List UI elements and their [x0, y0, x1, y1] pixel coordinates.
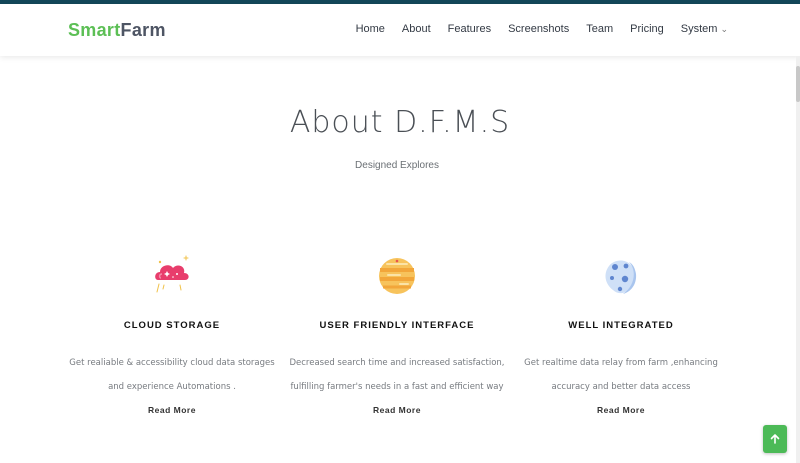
- feature-well-integrated: WELL INTEGRATED Get realtime data relay …: [506, 252, 736, 418]
- feature-title: WELL INTEGRATED: [568, 320, 674, 331]
- feature-desc-line: accuracy and better data access: [551, 382, 691, 392]
- brand-part-farm: Farm: [120, 20, 166, 40]
- feature-description: Decreased search time and increased sati…: [282, 351, 512, 399]
- brand-logo[interactable]: SmartFarm: [68, 20, 166, 41]
- feature-title: CLOUD STORAGE: [123, 320, 221, 331]
- nav-system-dropdown[interactable]: System ⌄: [681, 23, 728, 35]
- read-more-link[interactable]: Read More: [597, 405, 645, 415]
- feature-user-friendly-interface: USER FRIENDLY INTERFACE Decreased search…: [282, 252, 512, 418]
- back-to-top-button[interactable]: [763, 425, 787, 453]
- feature-desc-line: Get realtime data relay from farm ,enhan…: [524, 358, 718, 368]
- chevron-down-icon: ⌄: [720, 24, 728, 34]
- planet-icon: [377, 252, 417, 300]
- feature-desc-line: fulfilling farmer's needs in a fast and …: [290, 382, 504, 392]
- feature-description: Get realiable & accessibility cloud data…: [57, 351, 287, 399]
- navbar: SmartFarm Home About Features Screenshot…: [0, 4, 800, 56]
- about-subtitle: Designed Explores: [355, 160, 439, 171]
- nav-team[interactable]: Team: [586, 23, 613, 35]
- cloud-icon: [152, 252, 192, 300]
- about-title: About D.F.M.S: [289, 105, 511, 140]
- nav-screenshots[interactable]: Screenshots: [508, 23, 569, 35]
- arrow-up-icon: [770, 434, 780, 444]
- feature-cloud-storage: CLOUD STORAGE Get realiable & accessibil…: [57, 252, 287, 418]
- nav-pricing[interactable]: Pricing: [630, 23, 664, 35]
- moon-icon: [601, 252, 641, 300]
- nav-features[interactable]: Features: [448, 23, 491, 35]
- feature-title: USER FRIENDLY INTERFACE: [319, 320, 475, 331]
- feature-desc-line: and experience Automations .: [108, 382, 236, 392]
- read-more-link[interactable]: Read More: [148, 405, 196, 415]
- nav-home[interactable]: Home: [356, 23, 385, 35]
- nav-about[interactable]: About: [402, 23, 431, 35]
- feature-desc-line: Get realiable & accessibility cloud data…: [69, 358, 275, 368]
- feature-description: Get realtime data relay from farm ,enhan…: [506, 351, 736, 399]
- nav-system-label: System: [680, 23, 718, 35]
- read-more-link[interactable]: Read More: [373, 405, 421, 415]
- main-nav: Home About Features Screenshots Team Pri…: [339, 23, 728, 35]
- brand-part-smart: Smart: [68, 20, 121, 40]
- scrollbar-thumb[interactable]: [796, 66, 800, 102]
- feature-desc-line: Decreased search time and increased sati…: [289, 358, 505, 368]
